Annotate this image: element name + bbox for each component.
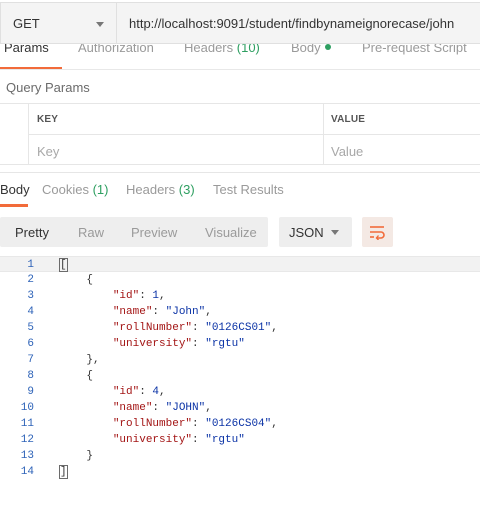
- response-body-code[interactable]: 1[2 {3 "id": 1, 4 "name": "John", 5 "rollN…: [0, 256, 480, 486]
- format-mode-group: Pretty Raw Preview Visualize: [0, 217, 268, 247]
- tab-headers[interactable]: Headers (10): [184, 44, 260, 55]
- wrap-lines-button[interactable]: [362, 217, 393, 247]
- tab-cookies[interactable]: Cookies (1): [42, 182, 108, 197]
- tab-response-body[interactable]: Body: [0, 182, 30, 197]
- line-number: 5: [27, 322, 34, 334]
- line-number: 9: [27, 386, 34, 398]
- query-params-title: Query Params: [6, 80, 90, 95]
- code-line: 3 "id": 1,: [0, 288, 480, 304]
- code-text: ]: [59, 465, 68, 479]
- code-line: 10 "name": "JOHN",: [0, 400, 480, 416]
- code-text: "name": "John",: [112, 306, 212, 318]
- wrap-lines-icon: [370, 226, 385, 240]
- url-input[interactable]: http://localhost:9091/student/findbyname…: [116, 2, 480, 44]
- code-line: 8 {: [0, 368, 480, 384]
- tab-authorization[interactable]: Authorization: [78, 44, 154, 55]
- active-tab-underline: [0, 67, 62, 69]
- code-text: "id": 4,: [112, 386, 166, 398]
- line-number: 11: [20, 418, 34, 430]
- code-line: 14]: [0, 464, 480, 480]
- active-tab-underline: [0, 204, 28, 207]
- code-text: "rollNumber": "0126CS01",: [112, 322, 278, 334]
- tab-body[interactable]: Body: [291, 44, 331, 55]
- code-line: 12 "university": "rgtu": [0, 432, 480, 448]
- code-text: "university": "rgtu": [112, 434, 245, 446]
- method-select[interactable]: GET: [0, 2, 116, 44]
- tab-response-headers[interactable]: Headers (3): [126, 182, 195, 197]
- code-line: 2 {: [0, 272, 480, 288]
- value-input[interactable]: Value: [331, 144, 363, 159]
- table-divider: [28, 134, 480, 135]
- line-number: 12: [20, 434, 34, 446]
- line-number: 2: [27, 274, 34, 286]
- column-header-value: VALUE: [331, 114, 366, 125]
- line-number: 10: [20, 402, 34, 414]
- code-line: 1[: [0, 256, 480, 272]
- code-text: {: [86, 274, 94, 286]
- code-text: "university": "rgtu": [112, 338, 245, 350]
- format-select-label: JSON: [289, 225, 324, 240]
- visualize-button[interactable]: Visualize: [205, 225, 257, 240]
- response-tabs: Body Cookies (1) Headers (3) Test Result…: [0, 172, 480, 207]
- line-number: 6: [27, 338, 34, 350]
- pretty-button[interactable]: Pretty: [15, 225, 49, 240]
- raw-button[interactable]: Raw: [78, 225, 104, 240]
- code-line: 13 }: [0, 448, 480, 464]
- key-input[interactable]: Key: [37, 144, 59, 159]
- code-line: 5 "rollNumber": "0126CS01",: [0, 320, 480, 336]
- url-text: http://localhost:9091/student/findbyname…: [129, 16, 455, 31]
- body-indicator-dot: [324, 44, 331, 50]
- format-select[interactable]: JSON: [279, 217, 352, 247]
- line-number: 3: [27, 290, 34, 302]
- request-bar: GET http://localhost:9091/student/findby…: [0, 0, 480, 46]
- code-text: [: [59, 258, 68, 272]
- line-number: 4: [27, 306, 34, 318]
- code-text: {: [86, 370, 94, 382]
- tab-params[interactable]: Params: [4, 44, 49, 55]
- tab-pre-request-script[interactable]: Pre-request Script: [362, 44, 467, 55]
- tab-test-results[interactable]: Test Results: [213, 182, 284, 197]
- chevron-down-icon: [96, 22, 104, 27]
- code-line: 4 "name": "John",: [0, 304, 480, 320]
- column-header-key: KEY: [37, 114, 59, 125]
- chevron-down-icon: [331, 230, 339, 235]
- line-number: 8: [27, 370, 34, 382]
- line-number: 13: [20, 450, 34, 462]
- line-number: 1: [27, 259, 34, 271]
- code-line: 9 "id": 4,: [0, 384, 480, 400]
- code-text: "name": "JOHN",: [112, 402, 212, 414]
- code-text: },: [86, 354, 100, 366]
- code-line: 6 "university": "rgtu": [0, 336, 480, 352]
- method-label: GET: [13, 16, 40, 31]
- code-text: "rollNumber": "0126CS04",: [112, 418, 278, 430]
- code-line: 7 },: [0, 352, 480, 368]
- code-text: "id": 1,: [112, 290, 166, 302]
- line-number: 14: [20, 466, 34, 478]
- code-line: 11 "rollNumber": "0126CS04",: [0, 416, 480, 432]
- code-text: }: [86, 450, 94, 462]
- query-params-table: KEY VALUE Key Value: [0, 103, 480, 165]
- preview-button[interactable]: Preview: [131, 225, 177, 240]
- line-number: 7: [27, 354, 34, 366]
- request-tabs: Params Authorization Headers (10) Body P…: [0, 44, 480, 70]
